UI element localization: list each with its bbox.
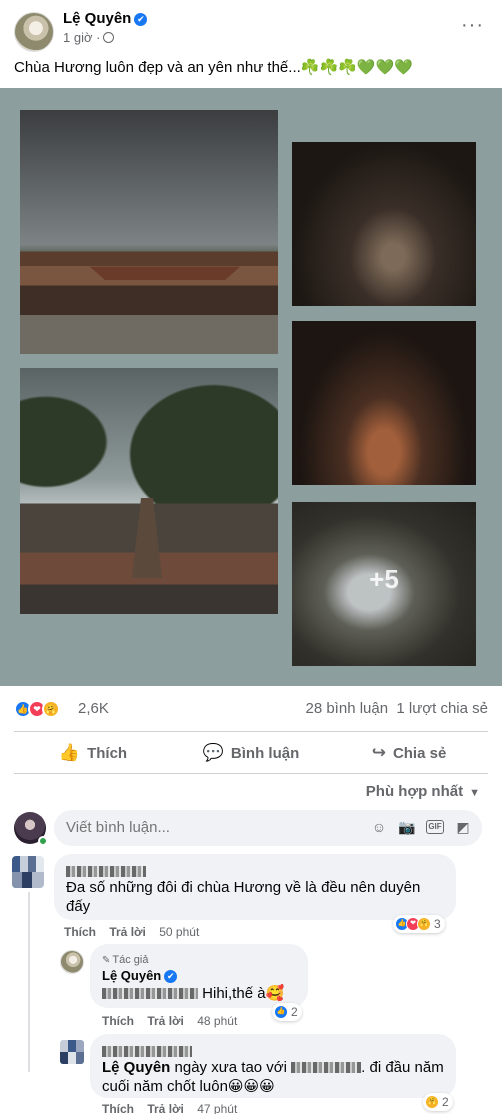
author-name-text[interactable]: Lệ Quyên — [63, 10, 131, 27]
photo-cave-opening[interactable]: +5 — [292, 502, 476, 666]
reply-reactions[interactable]: 👍 2 — [272, 1003, 302, 1021]
comment-reactions[interactable]: 👍 ❤ 🤗 3 — [393, 915, 445, 933]
photo-temple-yard[interactable] — [20, 368, 278, 614]
like-mini-icon: 👍 — [274, 1005, 288, 1019]
blurred-name — [102, 1046, 192, 1057]
sort-label-text: Phù hợp nhất — [365, 783, 464, 800]
post-header: Lệ Quyên ✔ 1 giờ · ··· — [14, 10, 488, 52]
reply-reaction-count: 2 — [442, 1095, 449, 1109]
author-avatar[interactable] — [14, 12, 54, 52]
comment-like-link[interactable]: Thích — [64, 925, 96, 939]
avatar-pixel-block — [60, 1052, 84, 1064]
blurred-name — [66, 866, 146, 877]
verified-badge-icon: ✔ — [164, 970, 178, 983]
comment-time[interactable]: 50 phút — [159, 925, 199, 939]
reply-text: Lệ Quyên ngày xưa tao với . đi đầu năm c… — [102, 1058, 448, 1096]
reply-reaction-count: 2 — [291, 1005, 298, 1019]
photo-pagoda[interactable] — [20, 110, 278, 354]
photo-cave-shrine[interactable] — [292, 321, 476, 485]
blurred-mention — [291, 1062, 362, 1073]
thread-line — [28, 892, 30, 1072]
reply-time[interactable]: 47 phút — [197, 1102, 237, 1114]
reply-reply-link[interactable]: Trả lời — [147, 1102, 184, 1114]
reply-text: Hihi,thế à🥰 — [202, 985, 285, 1002]
mention-link[interactable]: Lệ Quyên — [102, 1059, 170, 1076]
blurred-mention — [102, 988, 198, 999]
pagoda-roof — [90, 266, 240, 280]
post-time-text[interactable]: 1 giờ — [63, 30, 93, 45]
online-status-dot — [38, 836, 48, 846]
comment-bubble-icon: 💬 — [202, 743, 224, 762]
gif-icon[interactable]: GIF — [426, 820, 444, 834]
more-options-button[interactable]: ··· — [461, 14, 484, 37]
photo-grid: +5 — [0, 88, 502, 686]
share-count[interactable]: 1 lượt chia sẻ — [396, 700, 488, 717]
comment-button[interactable]: 💬 Bình luận — [172, 735, 330, 771]
divider — [14, 731, 488, 732]
comment-button-label: Bình luận — [230, 744, 300, 762]
more-photos-count[interactable]: +5 — [292, 564, 476, 595]
comment-count[interactable]: 28 bình luận — [305, 700, 388, 717]
reply-meta: Thích Trả lời 47 phút — [102, 1102, 247, 1114]
emoji-icon[interactable]: ☺ — [370, 818, 388, 836]
reply-text-part-a: ngày xưa tao với — [170, 1059, 287, 1076]
divider — [14, 773, 488, 774]
share-button-label: Chia sẻ — [392, 744, 447, 762]
reply-author-name[interactable]: Lệ Quyên ✔ — [102, 966, 178, 985]
comment-reaction-count: 3 — [434, 917, 441, 931]
haha-mini-icon: 🤗 — [425, 1095, 439, 1109]
sticker-icon[interactable]: ◩ — [454, 818, 472, 836]
chevron-down-icon: ▼ — [469, 787, 480, 799]
like-button[interactable]: 👍 Thích — [14, 735, 172, 771]
comment-sort-dropdown[interactable]: Phù hợp nhất ▼ — [366, 783, 480, 800]
reply-author-name-text[interactable]: Lệ Quyên — [102, 968, 161, 983]
comment-meta: Thích Trả lời 50 phút — [64, 925, 209, 939]
comment-bubble: Đa số những đôi đi chùa Hương về là đều … — [54, 854, 456, 920]
reply-reply-link[interactable]: Trả lời — [147, 1014, 184, 1028]
pencil-icon: ✎ — [102, 955, 111, 966]
reply-bubble: Lệ Quyên ngày xưa tao với . đi đầu năm c… — [90, 1034, 456, 1098]
comment-reply-link[interactable]: Trả lời — [109, 925, 146, 939]
reply-meta: Thích Trả lời 48 phút — [102, 1014, 247, 1028]
reply-like-link[interactable]: Thích — [102, 1102, 134, 1114]
reaction-count[interactable]: 2,6K — [78, 700, 109, 717]
reply-commenter-avatar[interactable] — [60, 1040, 84, 1064]
action-bar: 👍 Thích 💬 Bình luận ↪ Chia sẻ — [14, 735, 488, 771]
camera-icon[interactable]: 📷 — [398, 818, 416, 836]
comment-composer[interactable]: ☺ 📷 GIF ◩ — [54, 810, 482, 846]
care-reaction-icon: 🤗 — [42, 700, 60, 718]
commenter-avatar[interactable] — [12, 856, 44, 888]
reply-reactions[interactable]: 🤗 2 — [423, 1093, 453, 1111]
globe-icon — [103, 32, 115, 43]
verified-badge-icon: ✔ — [134, 13, 148, 26]
current-user-avatar[interactable] — [14, 812, 48, 846]
post-text: Chùa Hương luôn đẹp và an yên như thế...… — [14, 59, 413, 76]
share-arrow-icon: ↪ — [371, 743, 386, 762]
reply-time[interactable]: 48 phút — [197, 1014, 237, 1028]
reactions-summary: 👍 ❤ 🤗 2,6K 28 bình luận 1 lượt chia sẻ — [14, 698, 488, 722]
comment-share-counts: 28 bình luận 1 lượt chia sẻ — [305, 700, 488, 717]
comment-input[interactable] — [66, 819, 346, 836]
photo-cave-1[interactable] — [292, 142, 476, 306]
reply-bubble: ✎ Tác giả Lệ Quyên ✔ Hihi,thế à🥰 — [90, 944, 308, 1008]
author-name[interactable]: Lệ Quyên ✔ — [63, 10, 148, 27]
reply-text-line: Hihi,thế à🥰 — [102, 984, 284, 1003]
reply-like-link[interactable]: Thích — [102, 1014, 134, 1028]
like-button-label: Thích — [87, 744, 128, 762]
author-tag-label: Tác giả — [112, 954, 149, 966]
care-mini-icon: 🤗 — [417, 917, 431, 931]
post-timestamp[interactable]: 1 giờ · — [63, 30, 115, 45]
share-button[interactable]: ↪ Chia sẻ — [330, 735, 488, 771]
thumbs-up-icon: 👍 — [58, 743, 81, 762]
reaction-icons[interactable]: 👍 ❤ 🤗 — [14, 700, 74, 720]
temple-tower — [132, 498, 162, 578]
comment-text: Đa số những đôi đi chùa Hương về là đều … — [66, 879, 421, 915]
reply-author-avatar[interactable] — [60, 950, 84, 974]
avatar-pixel-block — [12, 872, 44, 888]
composer-icons: ☺ 📷 GIF ◩ — [370, 818, 472, 836]
